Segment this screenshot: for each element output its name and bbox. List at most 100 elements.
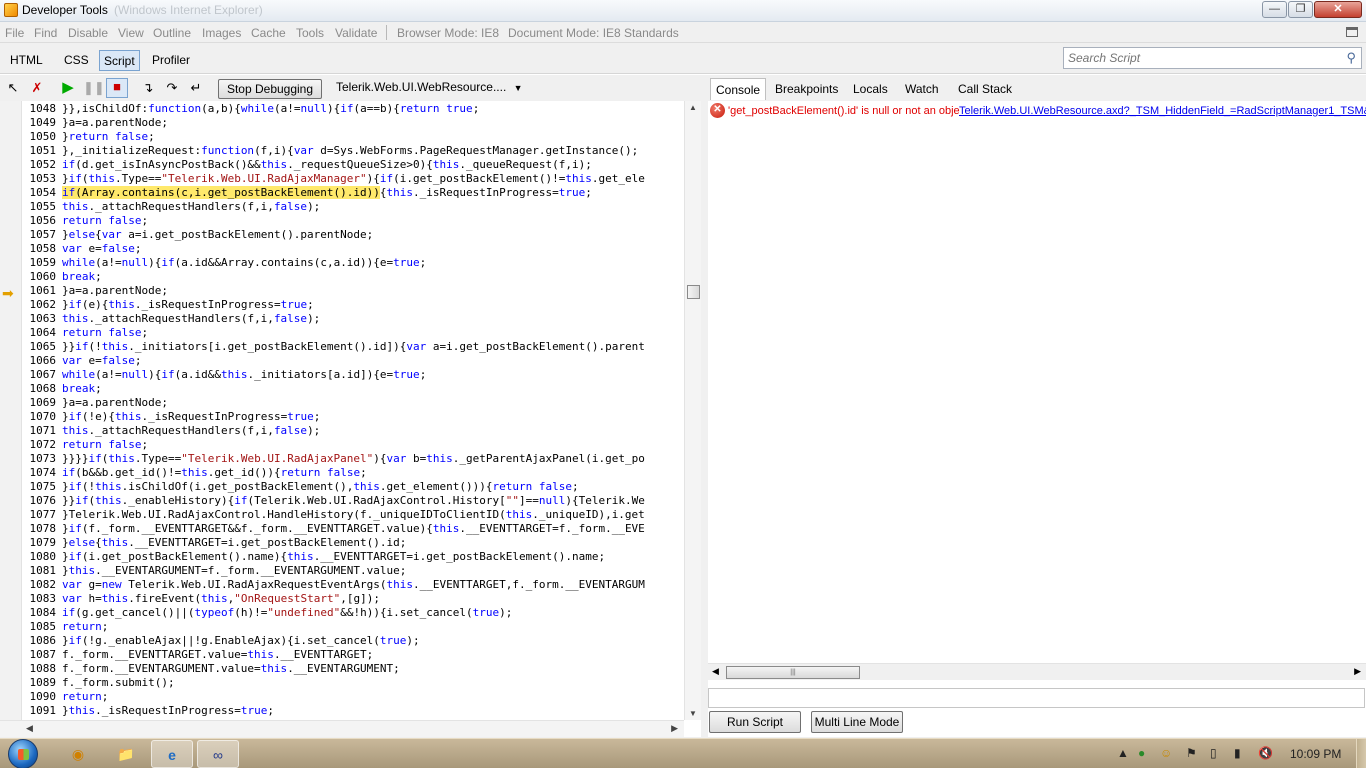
tab-breakpoints[interactable]: Breakpoints <box>770 78 843 100</box>
console-input[interactable] <box>709 689 1364 707</box>
code-line[interactable]: 1080}if(i.get_postBackElement().name){th… <box>22 550 684 564</box>
maximize-button[interactable]: ❐ <box>1288 1 1313 18</box>
scroll-up-icon[interactable]: ▲ <box>689 103 697 112</box>
close-button[interactable]: ✕ <box>1314 1 1362 18</box>
code-line[interactable]: 1071 this._attachRequestHandlers(f,i,fals… <box>22 424 684 438</box>
code-line[interactable]: 1064 return false; <box>22 326 684 340</box>
clear-breakpoints-icon[interactable]: ✗ <box>29 80 45 96</box>
code-line[interactable]: 1091}this._isRequestInProgress=true; <box>22 704 684 718</box>
multi-line-mode-button[interactable]: Multi Line Mode <box>811 711 903 733</box>
taskbar-internet-explorer-icon[interactable]: e <box>151 740 193 768</box>
menu-images[interactable]: Images <box>202 26 241 40</box>
code-line[interactable]: 1087 f._form.__EVENTTARGET.value=this.__E… <box>22 648 684 662</box>
menu-tools[interactable]: Tools <box>296 26 324 40</box>
menu-disable[interactable]: Disable <box>68 26 108 40</box>
code-line[interactable]: 1061}a=a.parentNode; <box>22 284 684 298</box>
code-vertical-scrollbar[interactable]: ▲ ▼ <box>684 101 701 720</box>
device-icon[interactable]: ▯ <box>1210 746 1217 760</box>
code-editor[interactable]: ➡ 1048}},isChildOf:function(a,b){while(a… <box>0 101 684 720</box>
code-line[interactable]: 1057}else{var a=i.get_postBackElement().… <box>22 228 684 242</box>
break-on-error-icon[interactable]: ■ <box>106 78 128 98</box>
code-line[interactable]: 1069}a=a.parentNode; <box>22 396 684 410</box>
code-line[interactable]: 1074 if(b&&b.get_id()!=this.get_id()){ret… <box>22 466 684 480</box>
step-out-icon[interactable]: ↵ <box>188 80 204 96</box>
code-line[interactable]: 1063 this._attachRequestHandlers(f,i,fals… <box>22 312 684 326</box>
code-line[interactable]: 1081}this.__EVENTARGUMENT=f._form.__EVEN… <box>22 564 684 578</box>
search-icon[interactable]: ⚲ <box>1346 50 1356 66</box>
taskbar-developer-tools-icon[interactable]: ∞ <box>197 740 239 768</box>
code-line[interactable]: 1089 f._form.submit(); <box>22 676 684 690</box>
code-line[interactable]: 1072 return false; <box>22 438 684 452</box>
code-line[interactable]: 1090 return; <box>22 690 684 704</box>
scroll-right-icon[interactable]: ▶ <box>671 723 678 734</box>
code-line[interactable]: 1083 var h=this.fireEvent(this,"OnRequest… <box>22 592 684 606</box>
show-desktop-button[interactable] <box>1356 739 1366 768</box>
code-line[interactable]: 1048}},isChildOf:function(a,b){while(a!=… <box>22 102 684 116</box>
code-line[interactable]: 1060 break; <box>22 270 684 284</box>
dock-icon[interactable] <box>1346 27 1358 37</box>
taskbar-media-icon[interactable]: ◉ <box>57 740 99 768</box>
breakpoint-gutter[interactable] <box>0 101 22 720</box>
step-over-icon[interactable]: ↷ <box>164 80 180 96</box>
document-mode-menu[interactable]: Document Mode: IE8 Standards <box>508 26 679 40</box>
tab-script[interactable]: Script <box>99 50 140 71</box>
scroll-right-icon[interactable]: ▶ <box>1354 666 1361 677</box>
menu-cache[interactable]: Cache <box>251 26 286 40</box>
scroll-thumb[interactable]: ||| <box>726 666 860 679</box>
menu-find[interactable]: Find <box>34 26 57 40</box>
code-line[interactable]: 1076}}if(this._enableHistory){if(Telerik… <box>22 494 684 508</box>
code-line[interactable]: 1062}if(e){this._isRequestInProgress=tru… <box>22 298 684 312</box>
code-line[interactable]: 1068 break; <box>22 382 684 396</box>
scroll-left-icon[interactable]: ◀ <box>26 723 33 734</box>
search-input[interactable] <box>1064 48 1334 68</box>
code-line[interactable]: 1058 var e=false; <box>22 242 684 256</box>
tab-css[interactable]: CSS <box>60 50 93 71</box>
code-line[interactable]: 1084 if(g.get_cancel()||(typeof(h)!="unde… <box>22 606 684 620</box>
error-source-link[interactable]: Telerik.Web.UI.WebResource.axd?_TSM_Hidd… <box>959 105 1366 117</box>
scroll-thumb[interactable] <box>687 285 700 299</box>
code-line[interactable]: 1088 f._form.__EVENTARGUMENT.value=this._… <box>22 662 684 676</box>
code-line[interactable]: 1056 return false; <box>22 214 684 228</box>
action-center-flag-icon[interactable]: ⚑ <box>1186 746 1197 760</box>
code-line[interactable]: 1053}if(this.Type=="Telerik.Web.UI.RadAj… <box>22 172 684 186</box>
tab-call-stack[interactable]: Call Stack <box>953 78 1017 100</box>
code-line[interactable]: 1077}Telerik.Web.UI.RadAjaxControl.Handl… <box>22 508 684 522</box>
code-line[interactable]: 1052 if(d.get_isInAsyncPostBack()&&this._… <box>22 158 684 172</box>
select-element-icon[interactable]: ↖ <box>5 80 21 96</box>
code-line[interactable]: 1085 return; <box>22 620 684 634</box>
minimize-button[interactable]: — <box>1262 1 1287 18</box>
start-button[interactable] <box>8 739 38 768</box>
code-line[interactable]: 1078}if(f._form.__EVENTTARGET&&f._form._… <box>22 522 684 536</box>
code-line[interactable]: 1059 while(a!=null){if(a.id&&Array.contai… <box>22 256 684 270</box>
scroll-left-icon[interactable]: ◀ <box>712 666 719 677</box>
code-line[interactable]: 1049}a=a.parentNode; <box>22 116 684 130</box>
tab-html[interactable]: HTML <box>6 50 47 71</box>
clock[interactable]: 10:09 PM <box>1290 747 1341 761</box>
code-line[interactable]: 1082 var g=new Telerik.Web.UI.RadAjaxRequ… <box>22 578 684 592</box>
run-script-button[interactable]: Run Script <box>709 711 801 733</box>
tab-locals[interactable]: Locals <box>848 78 893 100</box>
menu-outline[interactable]: Outline <box>153 26 191 40</box>
code-line[interactable]: 1075}if(!this.isChildOf(i.get_postBackEl… <box>22 480 684 494</box>
menu-validate[interactable]: Validate <box>335 26 377 40</box>
code-line[interactable]: 1066 var e=false; <box>22 354 684 368</box>
show-hidden-icons-icon[interactable]: ▲ <box>1117 746 1129 760</box>
menu-file[interactable]: File <box>5 26 24 40</box>
network-status-icon[interactable]: ● <box>1138 746 1145 760</box>
pane-splitter[interactable] <box>701 75 708 738</box>
code-line[interactable]: 1051},_initializeRequest:function(f,i){v… <box>22 144 684 158</box>
code-line[interactable]: 1055 this._attachRequestHandlers(f,i,fals… <box>22 200 684 214</box>
menu-view[interactable]: View <box>118 26 144 40</box>
code-line[interactable]: 1079}else{this.__EVENTTARGET=i.get_postB… <box>22 536 684 550</box>
taskbar-explorer-icon[interactable]: 📁 <box>105 740 147 768</box>
code-line[interactable]: 1054 if(Array.contains(c,i.get_postBackEl… <box>22 186 684 200</box>
code-line[interactable]: 1070}if(!e){this._isRequestInProgress=tr… <box>22 410 684 424</box>
continue-icon[interactable]: ▶ <box>60 80 76 96</box>
console-horizontal-scrollbar[interactable]: ◀ ||| ▶ <box>708 663 1366 680</box>
messenger-icon[interactable]: ☺ <box>1160 746 1172 760</box>
code-line[interactable]: 1067 while(a!=null){if(a.id&&this._initia… <box>22 368 684 382</box>
browser-mode-menu[interactable]: Browser Mode: IE8 <box>397 26 499 40</box>
code-line[interactable]: 1065}}if(!this._initiators[i.get_postBac… <box>22 340 684 354</box>
code-line[interactable]: 1050}return false; <box>22 130 684 144</box>
code-line[interactable]: 1086}if(!g._enableAjax||!g.EnableAjax){i… <box>22 634 684 648</box>
